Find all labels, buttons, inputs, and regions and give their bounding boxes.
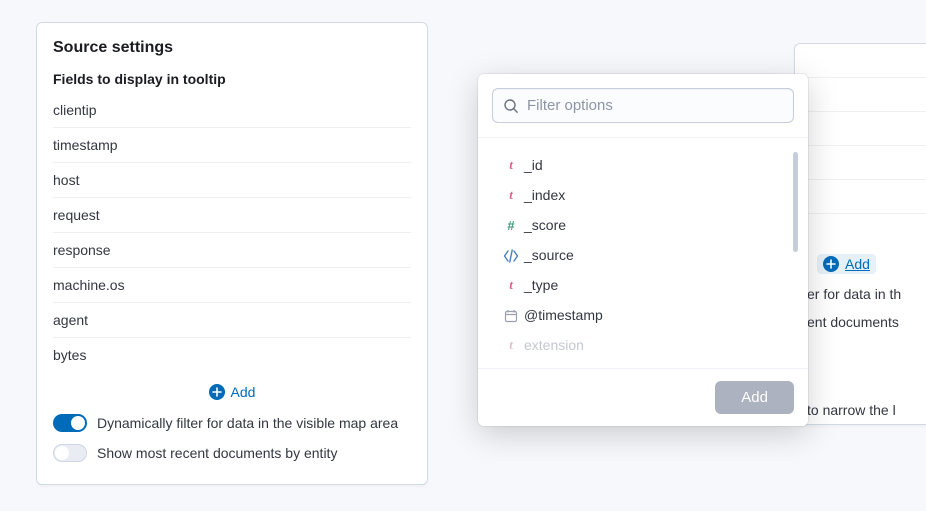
recent-documents-label: Show most recent documents by entity <box>97 445 337 461</box>
search-icon <box>503 97 519 114</box>
background-panel: Add er for data in th ent documents to n… <box>794 43 926 425</box>
tooltip-field-row[interactable]: bytes <box>53 338 411 372</box>
tooltip-field-row[interactable]: timestamp <box>53 128 411 163</box>
source-settings-panel: Source settings Fields to display in too… <box>36 22 428 485</box>
tooltip-fields-subtitle: Fields to display in tooltip <box>53 71 411 87</box>
field-option[interactable]: t _index <box>486 180 800 210</box>
field-selector-popover: t _id t _index # _score _source t _type … <box>478 74 808 426</box>
panel-title: Source settings <box>53 39 411 57</box>
field-option-label: _source <box>524 247 574 263</box>
bg-add-button[interactable]: Add <box>817 254 876 274</box>
bg-text-fragment: to narrow the l <box>795 396 926 424</box>
field-option[interactable]: t _id <box>486 150 800 180</box>
bg-empty-row <box>795 180 926 214</box>
bg-text-fragment: er for data in th <box>795 280 926 308</box>
bg-empty-row <box>795 214 926 248</box>
tooltip-field-row[interactable]: response <box>53 233 411 268</box>
popover-header <box>478 74 808 138</box>
field-type-text-icon: t <box>502 337 520 353</box>
field-type-text-icon: t <box>502 157 520 173</box>
field-type-source-icon <box>502 248 520 264</box>
field-option-label: extension <box>524 337 584 353</box>
field-option[interactable]: @timestamp <box>486 300 800 330</box>
bg-empty-row <box>795 146 926 180</box>
bg-empty-row <box>795 44 926 78</box>
field-option[interactable]: t _type <box>486 270 800 300</box>
field-type-number-icon: # <box>502 218 520 233</box>
field-option-label: _id <box>524 157 543 173</box>
field-option[interactable]: t extension <box>486 330 800 360</box>
bg-empty-row <box>795 112 926 146</box>
popover-footer: Add <box>478 368 808 426</box>
tooltip-field-row[interactable]: agent <box>53 303 411 338</box>
bg-text-fragment: ent documents <box>795 308 926 336</box>
field-type-text-icon: t <box>502 187 520 203</box>
filter-options-search[interactable] <box>492 88 794 123</box>
tooltip-field-row[interactable]: request <box>53 198 411 233</box>
recent-documents-toggle[interactable] <box>53 444 87 462</box>
field-option[interactable]: _source <box>486 240 800 270</box>
field-type-date-icon <box>502 308 520 324</box>
dynamic-filter-toggle[interactable] <box>53 414 87 432</box>
tooltip-field-list: clientip timestamp host request response… <box>53 93 411 372</box>
plus-circle-icon <box>209 384 225 400</box>
tooltip-field-row[interactable]: clientip <box>53 93 411 128</box>
plus-circle-icon <box>823 256 839 272</box>
tooltip-field-row[interactable]: host <box>53 163 411 198</box>
field-option[interactable]: # _score <box>486 210 800 240</box>
field-option-label: _index <box>524 187 565 203</box>
bg-add-label: Add <box>845 256 870 272</box>
field-option-label: @timestamp <box>524 307 603 323</box>
bg-empty-row <box>795 78 926 112</box>
filter-options-input[interactable] <box>527 97 783 114</box>
tooltip-field-row[interactable]: machine.os <box>53 268 411 303</box>
add-tooltip-field-label: Add <box>231 384 256 400</box>
field-option-label: _score <box>524 217 566 233</box>
popover-add-button[interactable]: Add <box>715 381 794 414</box>
dynamic-filter-label: Dynamically filter for data in the visib… <box>97 415 398 431</box>
field-type-text-icon: t <box>502 277 520 293</box>
field-options-list: t _id t _index # _score _source t _type … <box>478 138 808 368</box>
add-tooltip-field-button[interactable]: Add <box>209 384 256 400</box>
field-option-label: _type <box>524 277 558 293</box>
